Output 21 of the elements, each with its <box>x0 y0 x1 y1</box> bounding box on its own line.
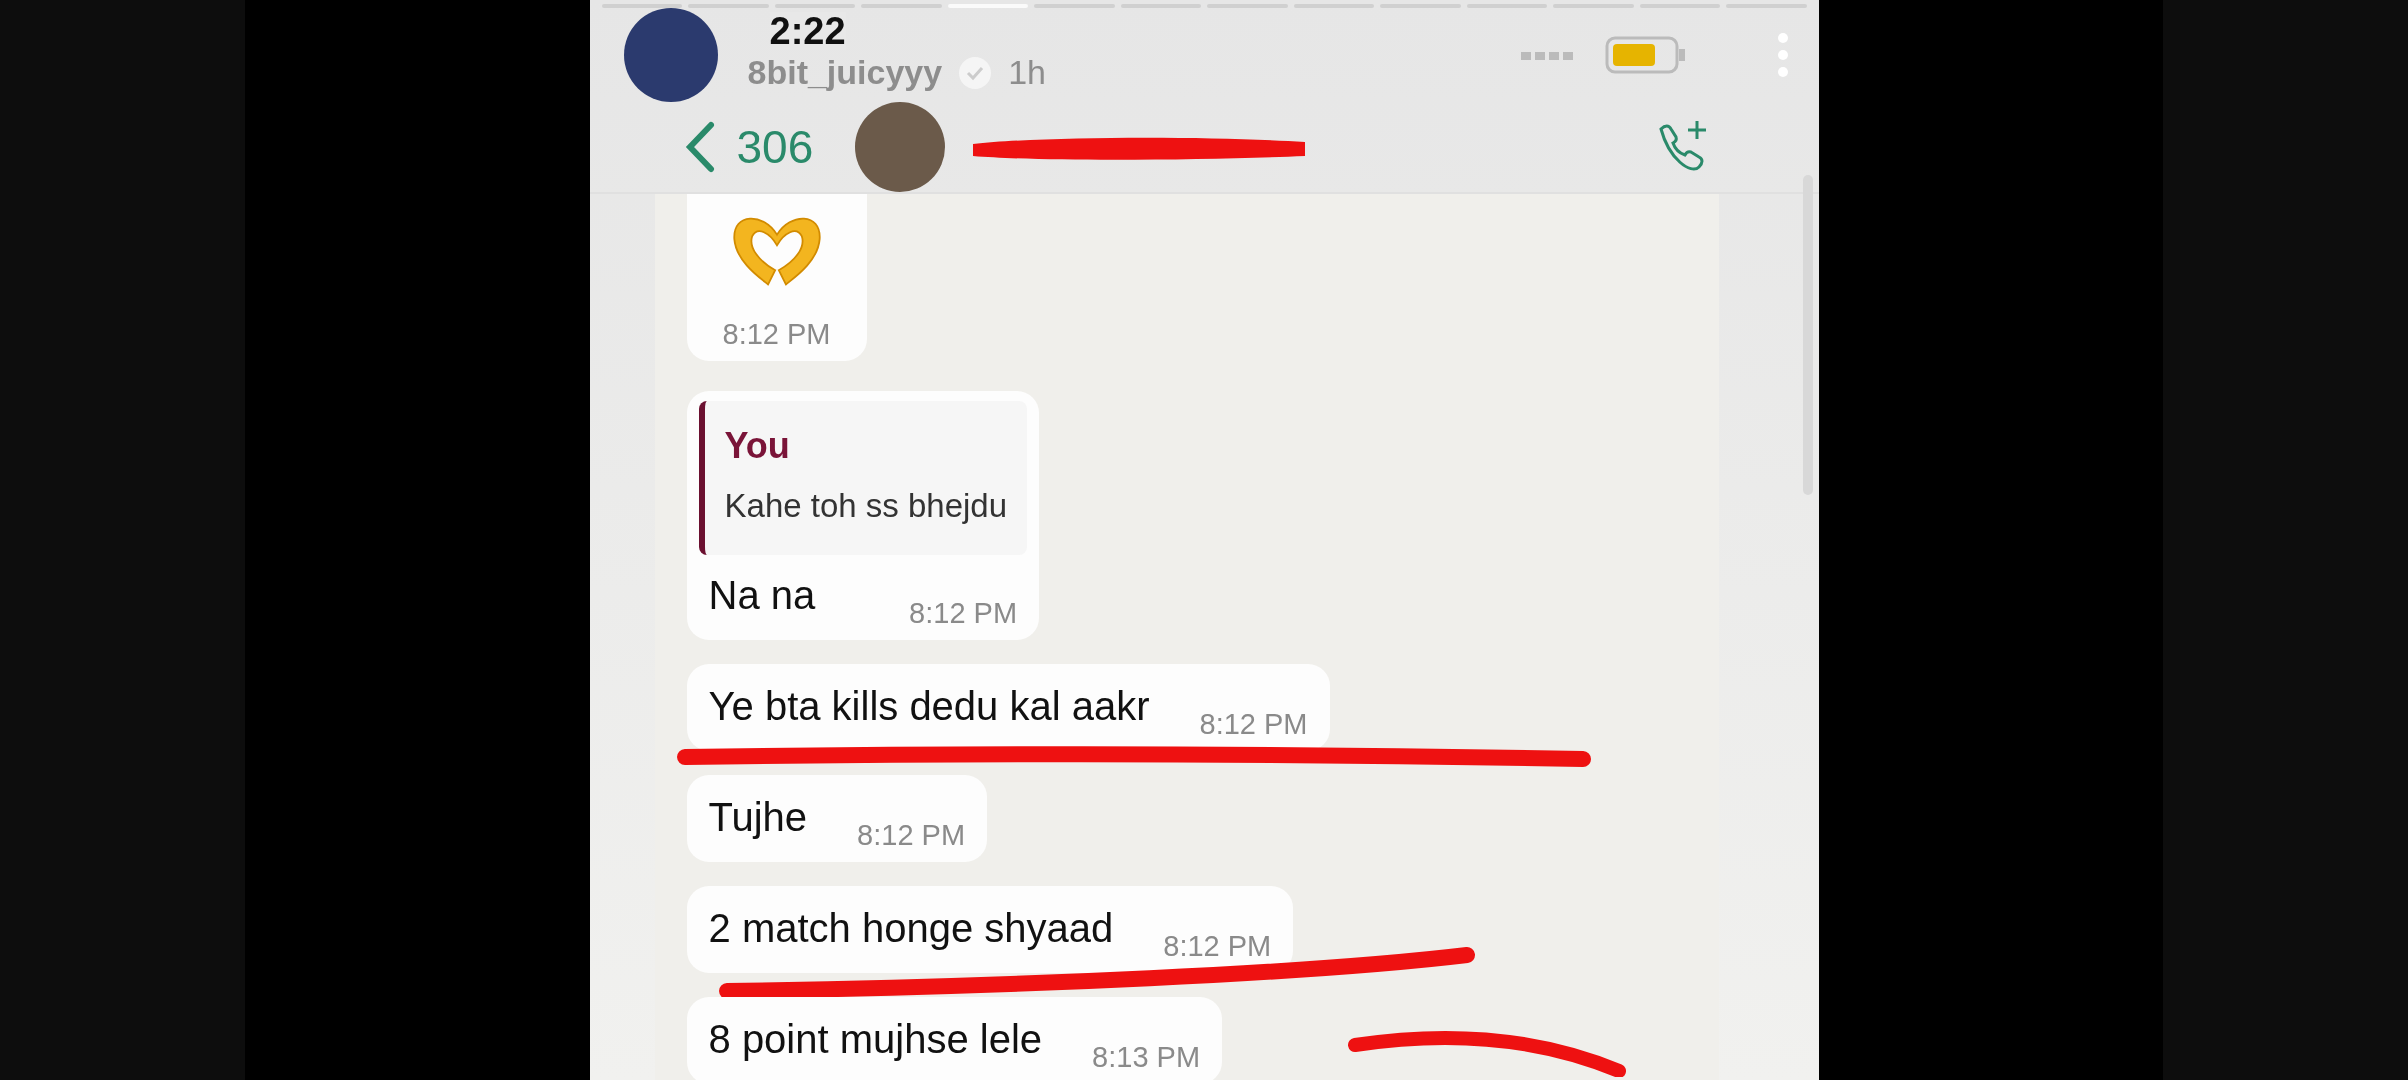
quoted-message[interactable]: You Kahe toh ss bhejdu <box>698 401 1028 555</box>
message-time: 8:12 PM <box>722 318 831 351</box>
message-time: 8:12 PM <box>1199 708 1308 741</box>
signal-icon <box>1520 50 1575 60</box>
message-time: 8:12 PM <box>857 819 966 852</box>
message-time: 8:12 PM <box>1163 930 1272 963</box>
quote-text: Kahe toh ss bhejdu <box>724 487 1008 525</box>
message-text: Ye bta kills dedu kal aakr <box>708 683 1150 730</box>
verified-badge-icon <box>958 55 993 90</box>
message-text: Tujhe <box>708 794 808 841</box>
message-text: Na na <box>708 572 816 619</box>
quote-author: You <box>724 425 791 467</box>
battery-icon <box>1604 36 1687 74</box>
story-age: 1h <box>1008 53 1046 92</box>
story-username[interactable]: 8bit_juicyyy <box>747 53 943 92</box>
message-time: 8:12 PM <box>909 597 1018 630</box>
message-time: 8:13 PM <box>1092 1041 1201 1074</box>
message-text: 2 match honge shyaad <box>708 905 1114 952</box>
message-text: 8 point mujhse lele <box>708 1016 1043 1063</box>
back-button[interactable]: 306 <box>684 120 814 174</box>
back-chevron-icon <box>684 121 715 173</box>
